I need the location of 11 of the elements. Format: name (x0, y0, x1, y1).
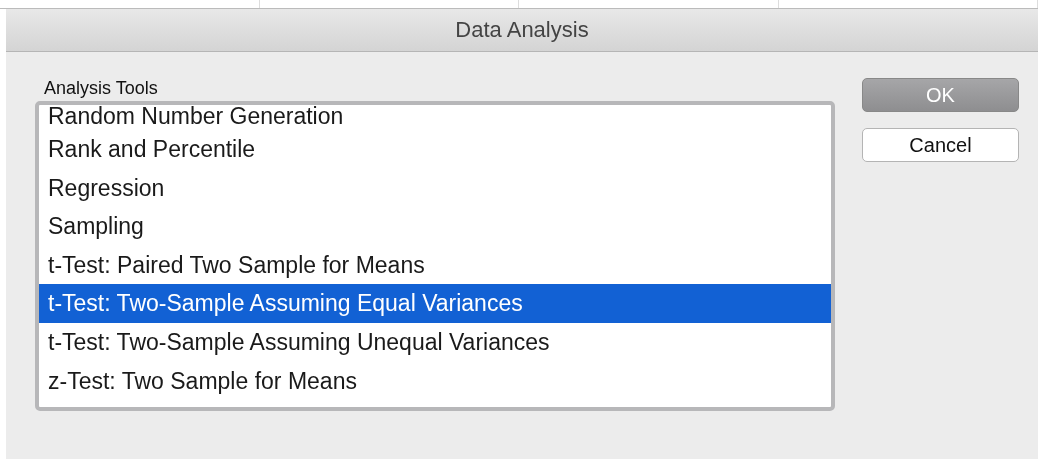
list-item[interactable]: t-Test: Two-Sample Assuming Unequal Variances (39, 322, 831, 362)
list-item[interactable]: Rank and Percentile (39, 130, 831, 169)
list-item[interactable]: z-Test: Two Sample for Means (39, 361, 831, 401)
cancel-button[interactable]: Cancel (862, 128, 1019, 162)
list-item[interactable]: t-Test: Two-Sample Assuming Equal Variances (39, 284, 831, 323)
list-item[interactable]: Random Number Generation (39, 105, 831, 130)
list-item[interactable]: Sampling (39, 207, 831, 246)
list-label: Analysis Tools (44, 78, 159, 100)
list-item[interactable]: Regression (39, 168, 831, 208)
window-title: Data Analysis (455, 17, 589, 43)
list-item[interactable]: t-Test: Paired Two Sample for Means (39, 245, 831, 285)
